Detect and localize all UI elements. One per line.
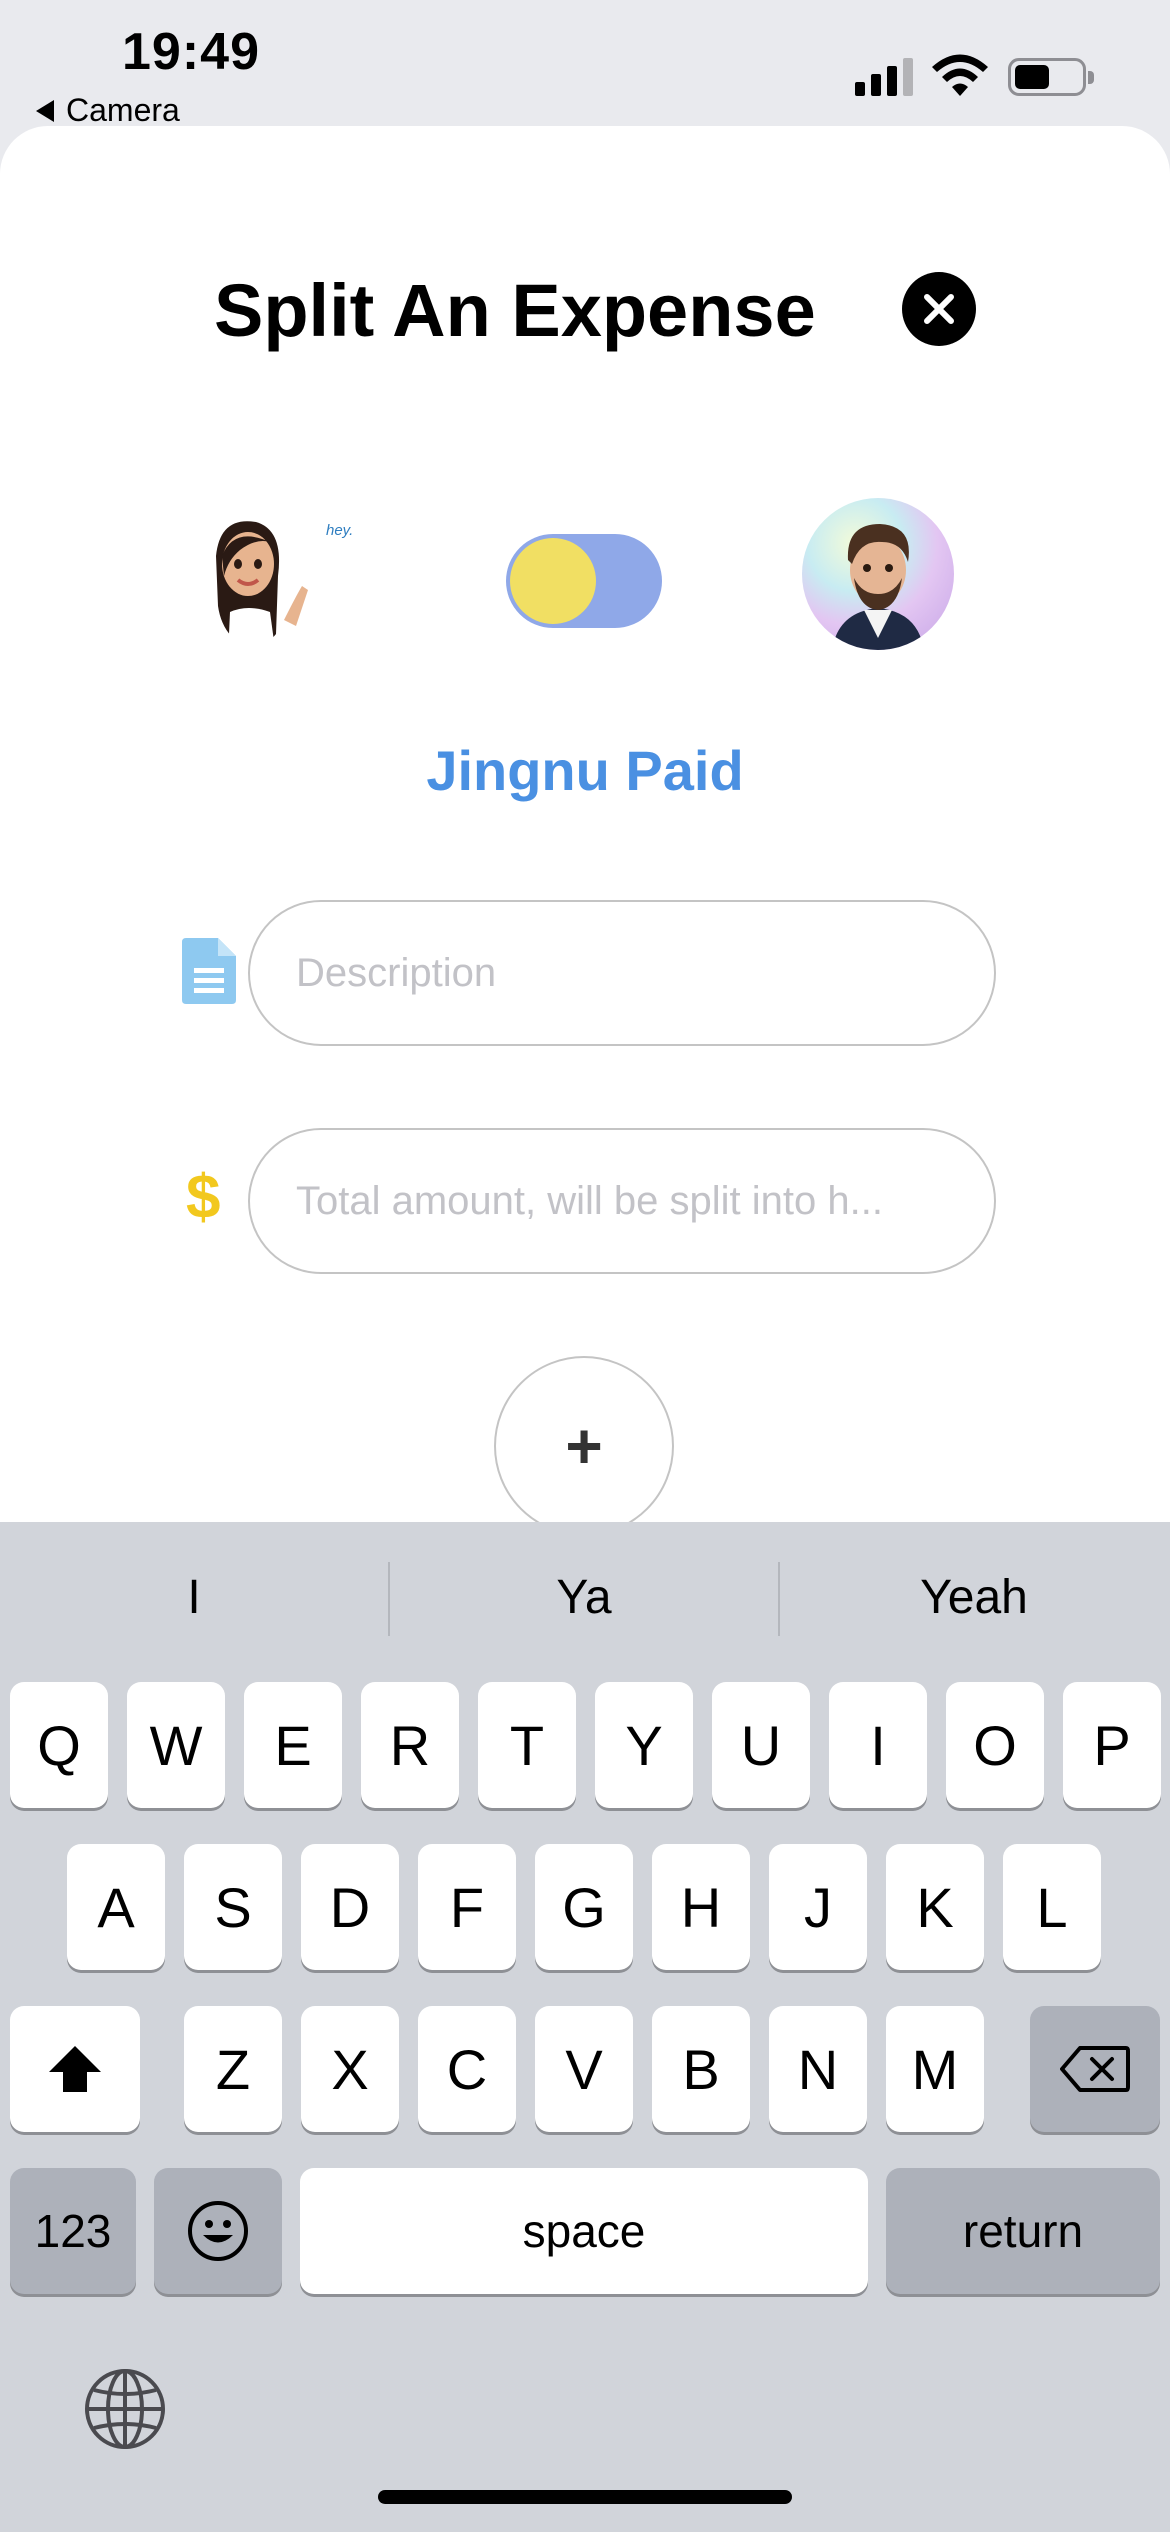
screen: 19:49 Camera Split An Expense hey. Jingn… — [0, 0, 1170, 2532]
key-r[interactable]: R — [361, 1682, 459, 1808]
key-k[interactable]: K — [886, 1844, 984, 1970]
description-input[interactable] — [296, 902, 946, 1044]
wifi-icon — [932, 54, 988, 96]
amount-input[interactable] — [296, 1130, 946, 1272]
key-w[interactable]: W — [127, 1682, 225, 1808]
key-o[interactable]: O — [946, 1682, 1044, 1808]
key-p[interactable]: P — [1063, 1682, 1161, 1808]
key-a[interactable]: A — [67, 1844, 165, 1970]
key-e[interactable]: E — [244, 1682, 342, 1808]
avatar-right-image — [802, 498, 954, 650]
emoji-icon — [188, 2201, 248, 2261]
dollar-icon: $ — [186, 1163, 221, 1232]
amount-field[interactable] — [248, 1128, 996, 1274]
shift-icon — [49, 2046, 101, 2092]
cellular-signal-icon — [855, 56, 913, 96]
back-label: Camera — [66, 92, 180, 128]
emoji-key[interactable] — [154, 2168, 282, 2294]
return-key[interactable]: return — [886, 2168, 1160, 2294]
back-to-camera-link[interactable]: Camera — [36, 92, 180, 129]
numbers-key[interactable]: 123 — [10, 2168, 136, 2294]
close-icon — [924, 294, 954, 324]
status-time: 19:49 — [122, 23, 260, 81]
suggestion-1[interactable]: I — [0, 1570, 388, 1625]
suggestion-bar: I Ya Yeah — [0, 1522, 1170, 1678]
document-icon — [182, 938, 236, 1004]
battery-icon — [1008, 58, 1094, 96]
key-b[interactable]: B — [652, 2006, 750, 2132]
description-field[interactable] — [248, 900, 996, 1046]
key-h[interactable]: H — [652, 1844, 750, 1970]
key-z[interactable]: Z — [184, 2006, 282, 2132]
key-s[interactable]: S — [184, 1844, 282, 1970]
key-u[interactable]: U — [712, 1682, 810, 1808]
add-button[interactable]: + — [494, 1356, 674, 1536]
key-m[interactable]: M — [886, 2006, 984, 2132]
payer-toggle[interactable] — [506, 534, 662, 628]
payer-label: Jingnu Paid — [426, 739, 744, 802]
space-key[interactable]: space — [300, 2168, 868, 2294]
suggestion-2[interactable]: Ya — [390, 1570, 778, 1625]
key-v[interactable]: V — [535, 2006, 633, 2132]
key-g[interactable]: G — [535, 1844, 633, 1970]
delete-key[interactable] — [1030, 2006, 1160, 2132]
globe-icon[interactable] — [84, 2368, 166, 2450]
key-x[interactable]: X — [301, 2006, 399, 2132]
payer-avatar-right[interactable] — [802, 498, 954, 650]
key-c[interactable]: C — [418, 2006, 516, 2132]
key-n[interactable]: N — [769, 2006, 867, 2132]
key-i[interactable]: I — [829, 1682, 927, 1808]
key-l[interactable]: L — [1003, 1844, 1101, 1970]
page-title: Split An Expense — [214, 269, 816, 352]
toggle-knob — [510, 538, 596, 624]
home-indicator — [378, 2490, 792, 2504]
backspace-icon — [1060, 2046, 1130, 2092]
key-j[interactable]: J — [769, 1844, 867, 1970]
suggestion-3[interactable]: Yeah — [780, 1570, 1168, 1625]
sticker-text: hey. — [326, 522, 354, 539]
key-f[interactable]: F — [418, 1844, 516, 1970]
close-button[interactable] — [902, 272, 976, 346]
key-y[interactable]: Y — [595, 1682, 693, 1808]
back-arrow-icon — [36, 99, 54, 122]
shift-key[interactable] — [10, 2006, 140, 2132]
key-q[interactable]: Q — [10, 1682, 108, 1808]
key-d[interactable]: D — [301, 1844, 399, 1970]
key-t[interactable]: T — [478, 1682, 576, 1808]
